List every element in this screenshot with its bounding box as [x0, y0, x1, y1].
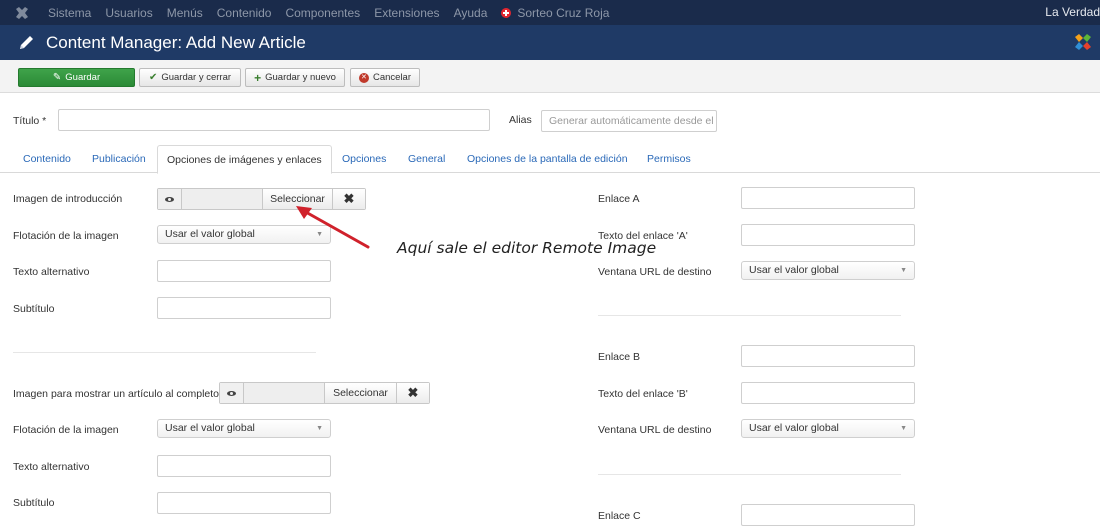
menu-contenido[interactable]: Contenido: [217, 6, 272, 20]
page-title: Content Manager: Add New Article: [46, 33, 306, 52]
full-float-label: Flotación de la imagen: [13, 424, 119, 436]
full-image-clear-icon[interactable]: ✖: [397, 383, 429, 403]
intro-float-value: Usar el valor global: [165, 228, 255, 240]
eye-icon[interactable]: [158, 189, 182, 209]
tab-bar: Contenido Publicación Opciones de imágen…: [0, 145, 1100, 174]
tab-contenido[interactable]: Contenido: [23, 145, 71, 173]
section-divider: [598, 474, 901, 475]
menu-sorteo-label: Sorteo Cruz Roja: [517, 5, 610, 20]
section-divider: [598, 315, 901, 316]
link-b-target-select[interactable]: Usar el valor global ▼: [741, 419, 915, 438]
intro-caption-label: Subtítulo: [13, 303, 55, 315]
full-alt-label: Texto alternativo: [13, 461, 90, 473]
tab-permisos[interactable]: Permisos: [647, 145, 691, 173]
pencil-icon: [20, 36, 33, 49]
alias-input[interactable]: Generar automáticamente desde el: [541, 110, 717, 132]
site-name-link[interactable]: La Verdad: [1045, 0, 1100, 25]
menu-componentes[interactable]: Componentes: [285, 6, 360, 20]
title-input[interactable]: [58, 109, 490, 131]
annotation-text: Aquí sale el editor Remote Image: [397, 239, 657, 257]
link-b-text-input[interactable]: [741, 382, 915, 404]
intro-float-label: Flotación de la imagen: [13, 230, 119, 242]
save-button[interactable]: ✎ Guardar: [18, 68, 135, 87]
intro-alt-label: Texto alternativo: [13, 266, 90, 278]
full-image-field: Seleccionar ✖: [219, 382, 430, 404]
link-c-input[interactable]: [741, 504, 915, 526]
full-alt-input[interactable]: [157, 455, 331, 477]
full-image-select-button[interactable]: Seleccionar: [325, 383, 397, 403]
full-float-value: Usar el valor global: [165, 422, 255, 434]
save-new-label: Guardar y nuevo: [265, 72, 336, 83]
intro-image-label: Imagen de introducción: [13, 193, 123, 205]
cancel-label: Cancelar: [372, 72, 412, 83]
save-new-button[interactable]: + Guardar y nuevo: [245, 68, 345, 87]
save-button-label: Guardar: [65, 72, 101, 83]
link-a-target-value: Usar el valor global: [749, 264, 839, 276]
link-a-input[interactable]: [741, 187, 915, 209]
link-b-input[interactable]: [741, 345, 915, 367]
link-c-label: Enlace C: [598, 510, 641, 522]
save-close-label: Guardar y cerrar: [161, 72, 232, 83]
save-close-button[interactable]: ✔ Guardar y cerrar: [139, 68, 241, 87]
link-a-label: Enlace A: [598, 193, 640, 205]
intro-alt-input[interactable]: [157, 260, 331, 282]
menu-sorteo[interactable]: Sorteo Cruz Roja: [501, 6, 609, 20]
annotation-arrow-icon: [296, 206, 370, 249]
eye-icon[interactable]: [220, 383, 244, 403]
toolbar: ✎ Guardar ✔ Guardar y cerrar + Guardar y…: [0, 60, 1100, 93]
edit-icon: ✎: [52, 71, 62, 83]
full-float-select[interactable]: Usar el valor global ▼: [157, 419, 331, 438]
chevron-down-icon: ▼: [900, 425, 907, 432]
joomla-logo-icon[interactable]: [14, 5, 30, 21]
intro-caption-input[interactable]: [157, 297, 331, 319]
link-a-target-select[interactable]: Usar el valor global ▼: [741, 261, 915, 280]
tab-opciones[interactable]: Opciones: [342, 145, 386, 173]
main-menu: Sistema Usuarios Menús Contenido Compone…: [48, 0, 623, 25]
link-b-target-value: Usar el valor global: [749, 422, 839, 434]
menu-extensiones[interactable]: Extensiones: [374, 6, 439, 20]
cancel-icon: ✕: [358, 72, 369, 83]
link-a-target-label: Ventana URL de destino: [598, 266, 712, 278]
tab-pantalla-edicion[interactable]: Opciones de la pantalla de edición: [467, 145, 628, 173]
intro-image-path: [182, 189, 263, 209]
cancel-button[interactable]: ✕ Cancelar: [350, 68, 420, 87]
link-b-label: Enlace B: [598, 351, 641, 363]
full-image-path: [244, 383, 325, 403]
red-cross-icon: [501, 7, 512, 18]
tab-general[interactable]: General: [408, 145, 445, 173]
chevron-down-icon: ▼: [900, 267, 907, 274]
link-b-text-label: Texto del enlace 'B': [598, 388, 688, 400]
plus-icon: +: [254, 70, 262, 85]
tab-publicacion[interactable]: Publicación: [92, 145, 146, 173]
menu-sistema[interactable]: Sistema: [48, 6, 91, 20]
link-a-text-input[interactable]: [741, 224, 915, 246]
alias-label: Alias: [509, 114, 532, 126]
link-b-target-label: Ventana URL de destino: [598, 424, 712, 436]
menu-ayuda[interactable]: Ayuda: [454, 6, 488, 20]
full-caption-label: Subtítulo: [13, 497, 55, 509]
top-navbar: Sistema Usuarios Menús Contenido Compone…: [0, 0, 1100, 25]
joomla-brand-icon: [1075, 34, 1091, 50]
title-label: Título *: [13, 115, 47, 127]
chevron-down-icon: ▼: [316, 425, 323, 432]
full-caption-input[interactable]: [157, 492, 331, 514]
menu-usuarios[interactable]: Usuarios: [105, 6, 152, 20]
check-icon: ✔: [148, 71, 158, 83]
section-divider: [13, 352, 316, 353]
tab-imagenes-enlaces[interactable]: Opciones de imágenes y enlaces: [157, 145, 332, 174]
menu-menus[interactable]: Menús: [167, 6, 203, 20]
full-image-label: Imagen para mostrar un artículo al compl…: [13, 388, 220, 400]
page-header: Content Manager: Add New Article: [0, 25, 1100, 60]
